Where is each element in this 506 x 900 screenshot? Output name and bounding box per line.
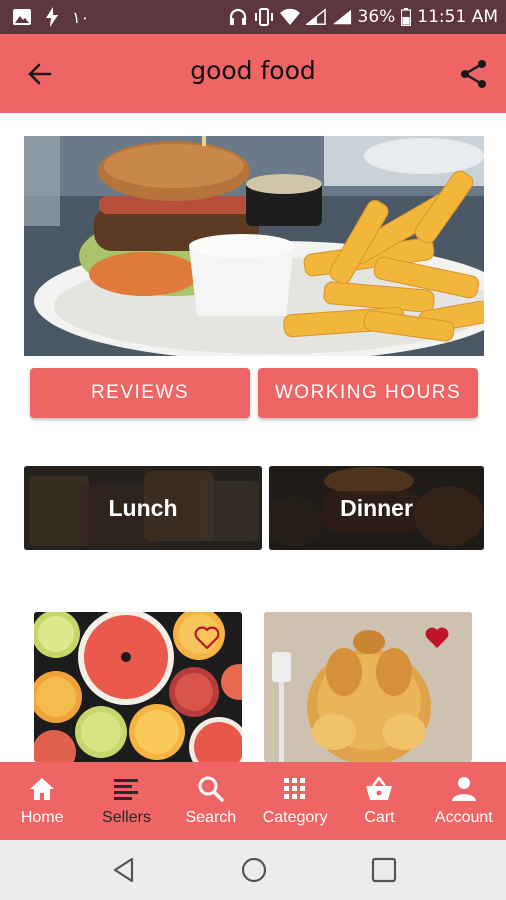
reviews-button[interactable]: REVIEWS	[30, 368, 250, 418]
search-icon	[197, 775, 225, 803]
category-lunch[interactable]: Lunch	[24, 466, 262, 550]
nav-item-sellers[interactable]: Sellers	[84, 762, 168, 840]
triangle-back-icon	[113, 857, 134, 883]
nav-item-category[interactable]: Category	[253, 762, 337, 840]
nav-label-category: Category	[262, 809, 328, 826]
grid-icon	[281, 775, 309, 803]
nav-label-search: Search	[185, 809, 237, 826]
nav-label-sellers: Sellers	[102, 809, 151, 826]
vibrate-icon	[254, 8, 274, 26]
flash-icon	[42, 7, 62, 27]
clock: 11:51 AM	[417, 7, 498, 27]
product-card-citrus[interactable]	[34, 612, 242, 762]
signal-icon	[305, 8, 326, 26]
category-label-lunch: Lunch	[108, 494, 178, 521]
wifi-icon	[279, 8, 300, 26]
square-recents-icon	[371, 857, 397, 883]
nav-label-account: Account	[434, 809, 493, 826]
product-card-chicken[interactable]	[264, 612, 472, 762]
app-bar: good food	[0, 34, 506, 113]
system-navigation-bar	[0, 840, 506, 900]
system-back-button[interactable]	[110, 856, 138, 884]
sellers-icon	[112, 775, 140, 803]
system-recents-button[interactable]	[370, 856, 398, 884]
favorite-heart-filled-icon[interactable]	[424, 626, 450, 650]
status-indicator-text: ١٠	[72, 7, 90, 27]
circle-home-icon	[241, 857, 267, 883]
nav-label-cart: Cart	[364, 809, 395, 826]
page-title: good food	[190, 56, 316, 85]
headphones-icon	[228, 8, 248, 26]
status-bar: ١٠ 36% 11:51 AM	[0, 0, 506, 34]
basket-icon	[365, 775, 393, 803]
working-hours-button[interactable]: WORKING HOURS	[258, 368, 478, 418]
category-label-dinner: Dinner	[340, 494, 413, 521]
nav-item-account[interactable]: Account	[422, 762, 506, 840]
battery-percent: 36%	[357, 7, 396, 27]
share-icon	[461, 60, 486, 88]
battery-icon	[401, 8, 412, 26]
signal-icon-2	[332, 8, 352, 26]
bottom-navigation: Home Sellers Search Category Cart Accoun…	[0, 762, 506, 840]
nav-item-home[interactable]: Home	[0, 762, 84, 840]
nav-item-cart[interactable]: Cart	[337, 762, 421, 840]
home-icon	[28, 775, 56, 803]
nav-item-search[interactable]: Search	[169, 762, 253, 840]
system-home-button[interactable]	[240, 856, 268, 884]
image-icon	[12, 8, 32, 26]
share-button[interactable]	[458, 58, 490, 90]
hero-image	[24, 136, 484, 356]
category-dinner[interactable]: Dinner	[269, 466, 484, 550]
person-icon	[450, 775, 478, 803]
nav-label-home: Home	[20, 809, 64, 826]
favorite-heart-outline-icon[interactable]	[194, 626, 220, 650]
